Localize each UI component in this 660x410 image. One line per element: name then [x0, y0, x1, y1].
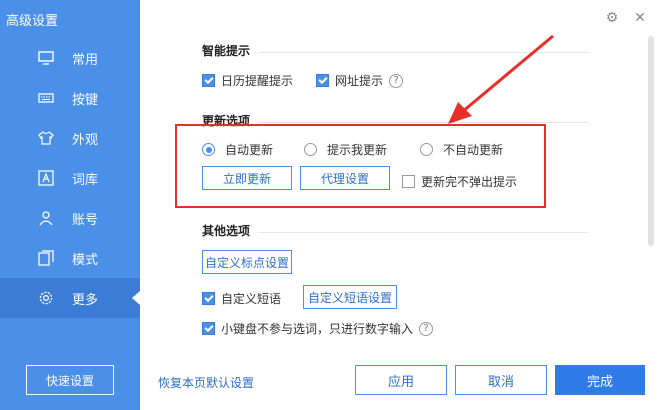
- section-title-other: 其他选项: [202, 224, 251, 238]
- no-popup-checkbox-row[interactable]: 更新完不弹出提示: [402, 173, 517, 190]
- custom-phrase-checkbox-row[interactable]: 自定义短语: [202, 290, 281, 307]
- apply-button[interactable]: 应用: [355, 365, 447, 395]
- update-now-button[interactable]: 立即更新: [202, 166, 292, 190]
- settings-icon[interactable]: ⚙: [604, 10, 620, 26]
- user-icon: [38, 210, 54, 226]
- keyboard-icon: [38, 90, 54, 106]
- gear-icon: [38, 290, 54, 306]
- no-popup-label: 更新完不弹出提示: [421, 175, 518, 189]
- calendar-tip-checkbox-row[interactable]: 日历提醒提示: [202, 72, 293, 89]
- radio-button[interactable]: [420, 143, 433, 156]
- keypad-label: 小键盘不参与选词，只进行数字输入: [221, 322, 414, 336]
- letter-a-icon: [38, 170, 54, 186]
- section-title-update: 更新选项: [202, 114, 251, 128]
- layers-icon: [38, 250, 54, 266]
- sidebar-item-label: 更多: [72, 292, 99, 308]
- radio-prompt-update[interactable]: 提示我更新: [304, 141, 387, 158]
- sidebar-item-mode[interactable]: 模式: [0, 238, 140, 278]
- radio-button[interactable]: [202, 143, 215, 156]
- sidebar-item-account[interactable]: 账号: [0, 198, 140, 238]
- custom-phrase-label: 自定义短语: [221, 292, 282, 306]
- sidebar: 高级设置 常用 按键 外观 词库 账号 模式 更多 快速设置: [0, 0, 140, 410]
- divider: [258, 52, 588, 53]
- custom-phrase-settings-button[interactable]: 自定义短语设置: [303, 285, 397, 309]
- cancel-button[interactable]: 取消: [455, 365, 547, 395]
- radio-no-auto-update[interactable]: 不自动更新: [420, 141, 503, 158]
- section-title-smart-tips: 智能提示: [202, 44, 251, 58]
- scrollbar[interactable]: [648, 36, 654, 246]
- no-popup-checkbox[interactable]: [402, 175, 415, 188]
- url-tip-checkbox-row[interactable]: 网址提示 ?: [316, 72, 404, 89]
- quick-settings-button[interactable]: 快速设置: [26, 365, 114, 395]
- sidebar-item-label: 词库: [72, 172, 99, 188]
- calendar-tip-label: 日历提醒提示: [221, 74, 294, 88]
- window-title: 高级设置: [6, 14, 59, 29]
- custom-phrase-checkbox[interactable]: [202, 292, 215, 305]
- tshirt-icon: [38, 130, 54, 146]
- sidebar-item-label: 账号: [72, 212, 99, 228]
- monitor-icon: [38, 50, 54, 66]
- radio-button[interactable]: [304, 143, 317, 156]
- close-icon[interactable]: ✕: [632, 10, 648, 26]
- sidebar-item-label: 常用: [72, 52, 99, 68]
- help-icon[interactable]: ?: [419, 321, 434, 336]
- sidebar-item-lexicon[interactable]: 词库: [0, 158, 140, 198]
- divider: [258, 232, 588, 233]
- radio-label: 提示我更新: [327, 143, 388, 157]
- sidebar-item-label: 模式: [72, 252, 99, 268]
- sidebar-item-common[interactable]: 常用: [0, 38, 140, 78]
- sidebar-item-more[interactable]: 更多: [0, 278, 140, 318]
- radio-auto-update[interactable]: 自动更新: [202, 141, 273, 158]
- keypad-checkbox-row[interactable]: 小键盘不参与选词，只进行数字输入 ?: [202, 320, 434, 337]
- done-button[interactable]: 完成: [555, 365, 645, 395]
- custom-punct-button[interactable]: 自定义标点设置: [202, 250, 292, 274]
- radio-label: 自动更新: [225, 143, 274, 157]
- proxy-settings-button[interactable]: 代理设置: [300, 166, 390, 190]
- help-icon[interactable]: ?: [389, 73, 404, 88]
- radio-label: 不自动更新: [443, 143, 504, 157]
- sidebar-item-label: 按键: [72, 92, 99, 108]
- settings-panel: ⚙ ✕ 智能提示 日历提醒提示 网址提示 ? 更新选项 自动更新 提示我更新 不…: [140, 0, 660, 410]
- url-tip-checkbox[interactable]: [316, 74, 329, 87]
- keypad-checkbox[interactable]: [202, 322, 215, 335]
- sidebar-item-label: 外观: [72, 132, 99, 148]
- reset-defaults-link[interactable]: 恢复本页默认设置: [158, 374, 254, 391]
- sidebar-item-appearance[interactable]: 外观: [0, 118, 140, 158]
- url-tip-label: 网址提示: [335, 74, 384, 88]
- divider: [258, 122, 588, 123]
- sidebar-item-keys[interactable]: 按键: [0, 78, 140, 118]
- calendar-tip-checkbox[interactable]: [202, 74, 215, 87]
